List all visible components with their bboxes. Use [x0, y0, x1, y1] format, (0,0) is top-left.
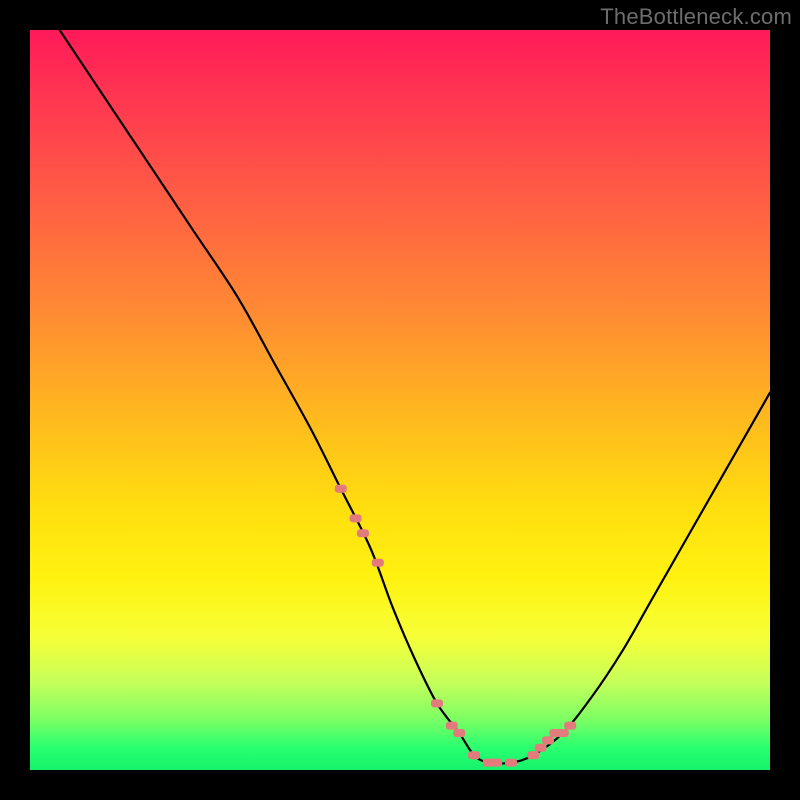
marker-dot: [557, 729, 569, 737]
marker-dot: [453, 729, 465, 737]
marker-dot: [468, 751, 480, 759]
marker-dot: [490, 759, 502, 767]
marker-dot: [542, 736, 554, 744]
marker-dot: [357, 529, 369, 537]
marker-dots: [335, 485, 576, 767]
marker-dot: [505, 759, 517, 767]
marker-dot: [527, 751, 539, 759]
chart-frame: TheBottleneck.com: [0, 0, 800, 800]
plot-area: [30, 30, 770, 770]
marker-dot: [564, 722, 576, 730]
chart-svg: [30, 30, 770, 770]
marker-dot: [350, 514, 362, 522]
bottleneck-curve: [60, 30, 770, 764]
marker-dot: [431, 699, 443, 707]
marker-dot: [372, 559, 384, 567]
marker-dot: [446, 722, 458, 730]
watermark-text: TheBottleneck.com: [600, 4, 792, 30]
marker-dot: [535, 744, 547, 752]
marker-dot: [335, 485, 347, 493]
